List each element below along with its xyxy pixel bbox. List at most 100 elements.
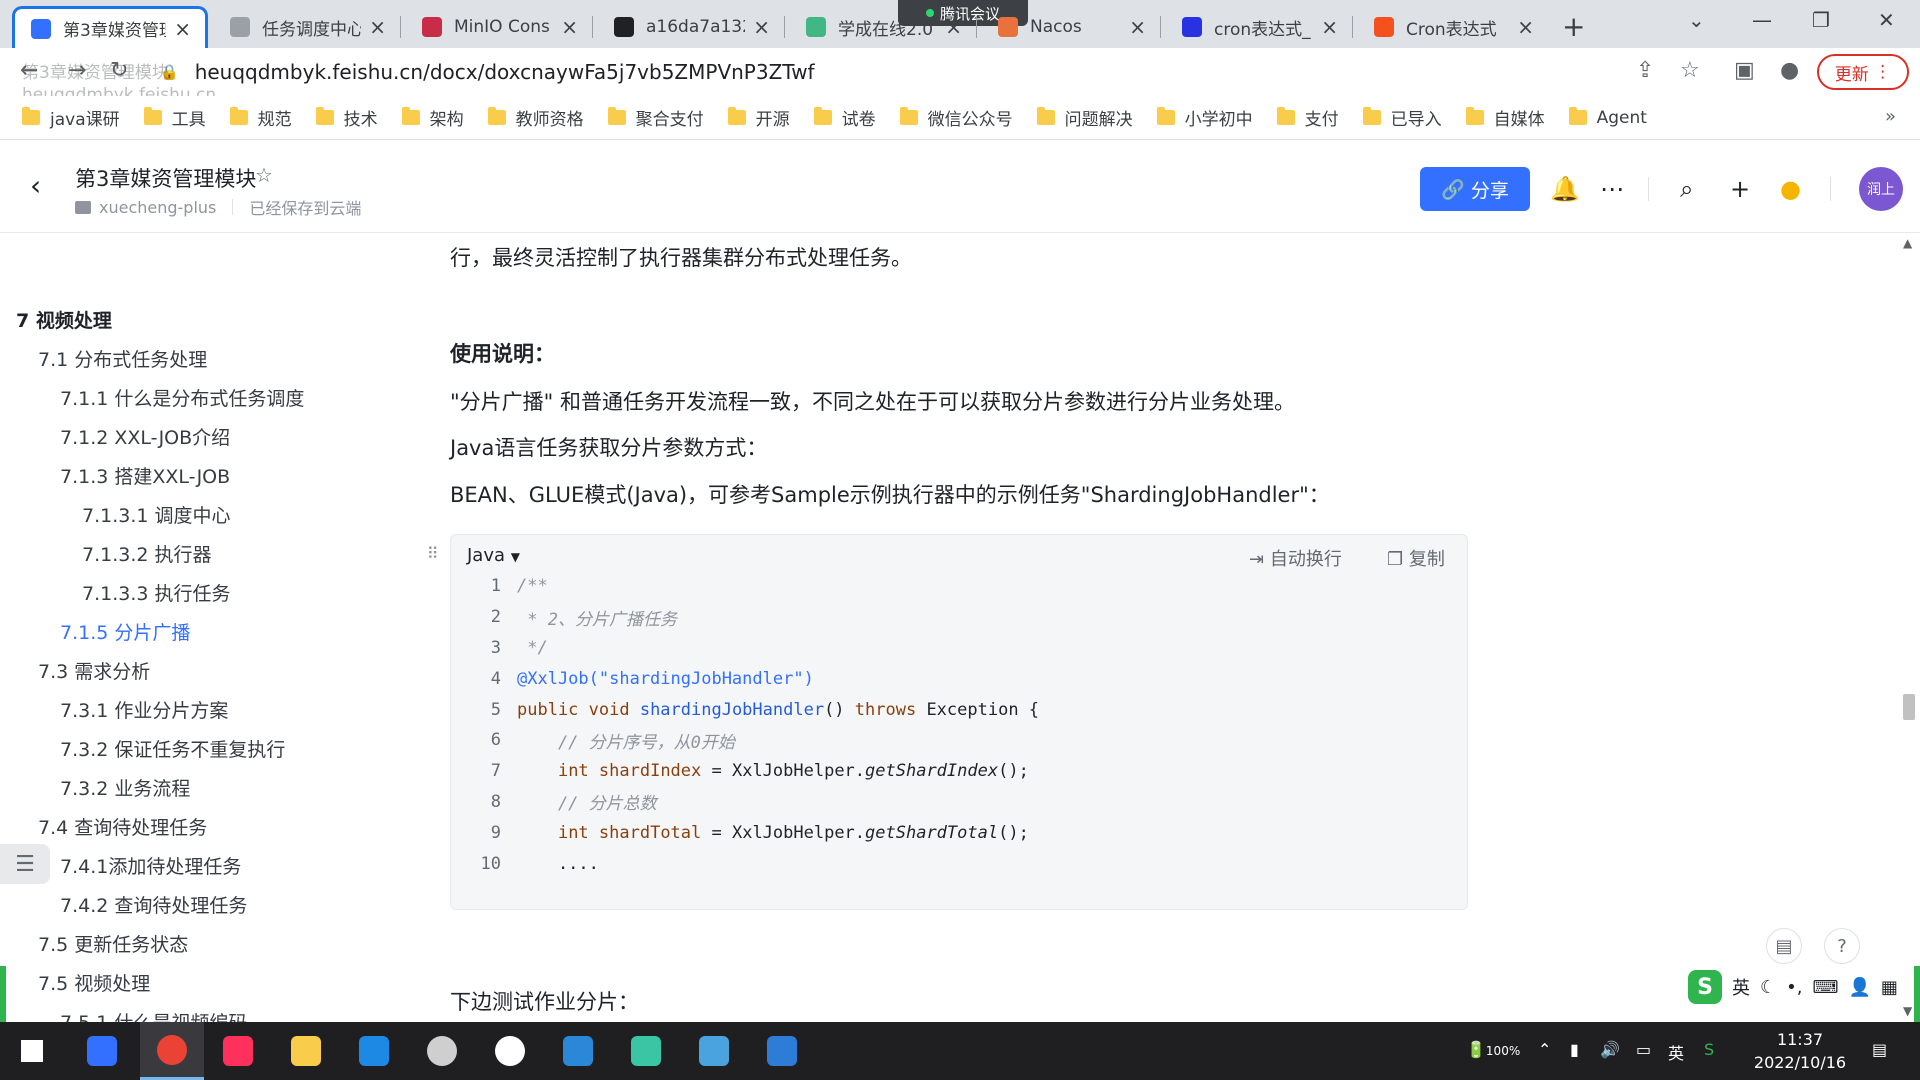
- update-button[interactable]: 更新 ⋮: [1817, 54, 1909, 90]
- outline-item[interactable]: 7.3.2 业务流程: [60, 774, 190, 801]
- bookmark-folder[interactable]: 试卷: [813, 105, 876, 130]
- code-line[interactable]: 4 @XxlJob("shardingJobHandler"): [451, 663, 1467, 694]
- browser-tab[interactable]: 学成在线2.0 ×: [790, 6, 976, 48]
- new-tab-button[interactable]: +: [1562, 10, 1585, 43]
- outline-item[interactable]: 7.5 视频处理: [38, 969, 150, 996]
- outline-item[interactable]: 7.4.2 查询待处理任务: [60, 891, 247, 918]
- avatar[interactable]: 润上: [1859, 167, 1903, 211]
- bookmark-folder[interactable]: 技术: [315, 105, 378, 130]
- bookmark-folder[interactable]: 聚合支付: [607, 105, 704, 130]
- outline-toggle-icon[interactable]: ☰: [0, 844, 50, 884]
- close-tab-icon[interactable]: ×: [174, 17, 191, 41]
- bookmark-folder[interactable]: 小学初中: [1156, 105, 1253, 130]
- bell-icon[interactable]: 🔔: [1550, 175, 1580, 203]
- back-chevron-icon[interactable]: ‹: [30, 169, 41, 202]
- outline-item[interactable]: 7.3.1 作业分片方案: [60, 696, 228, 723]
- virtualbox-app[interactable]: [342, 1022, 406, 1080]
- browser-app[interactable]: [682, 1022, 746, 1080]
- code-line[interactable]: 8 // 分片总数: [451, 787, 1467, 818]
- battery-icon[interactable]: 🔋100%: [1466, 1040, 1520, 1059]
- lightbulb-icon[interactable]: ●: [1780, 175, 1801, 203]
- code-line[interactable]: 5 public void shardingJobHandler() throws…: [451, 694, 1467, 725]
- chrome-app[interactable]: [140, 1022, 204, 1080]
- sogou-tray-icon[interactable]: S: [1704, 1040, 1714, 1059]
- volume-icon[interactable]: 🔊: [1600, 1040, 1620, 1059]
- bookmark-folder[interactable]: 架构: [401, 105, 464, 130]
- help-icon[interactable]: ?: [1824, 928, 1860, 964]
- network-icon[interactable]: ▭: [1636, 1040, 1651, 1059]
- notification-icon[interactable]: ▤: [1872, 1040, 1887, 1059]
- outline-item[interactable]: 7.1.3.2 执行器: [82, 540, 212, 567]
- browser-tab[interactable]: Cron表达式 ×: [1358, 6, 1548, 48]
- browser-tab[interactable]: 任务调度中心 ×: [214, 6, 400, 48]
- close-tab-icon[interactable]: ×: [1129, 15, 1146, 39]
- scroll-thumb[interactable]: [1903, 694, 1915, 720]
- outline-item[interactable]: 7.3.2 保证任务不重复执行: [60, 735, 285, 762]
- photos-app[interactable]: [546, 1022, 610, 1080]
- outline-item[interactable]: 7.3 需求分析: [38, 657, 150, 684]
- search-icon[interactable]: ⌕: [1680, 175, 1693, 203]
- folder-name[interactable]: xuecheng-plus: [99, 198, 216, 217]
- auto-wrap-button[interactable]: ⇥ 自动换行: [1249, 545, 1342, 571]
- outline-item[interactable]: 7.1.3.1 调度中心: [82, 501, 231, 528]
- more-bookmarks-icon[interactable]: »: [1885, 106, 1896, 127]
- bookmark-star-icon[interactable]: ☆: [1680, 58, 1700, 83]
- bookmark-folder[interactable]: 微信公众号: [899, 105, 1013, 130]
- outline-item[interactable]: 7.5 更新任务状态: [38, 930, 188, 957]
- copy-button[interactable]: ❐ 复制: [1387, 545, 1445, 571]
- bookmark-folder[interactable]: java课研: [22, 105, 120, 130]
- favorite-star-icon[interactable]: ☆: [255, 163, 273, 187]
- bookmark-folder[interactable]: 自媒体: [1465, 105, 1545, 130]
- close-tab-icon[interactable]: ×: [945, 15, 962, 39]
- file-explorer-app[interactable]: [274, 1022, 338, 1080]
- browser-tab[interactable]: Nacos ×: [982, 6, 1160, 48]
- start-button[interactable]: [0, 1022, 64, 1080]
- browser-tab[interactable]: MinIO Cons ×: [406, 6, 592, 48]
- outline-item[interactable]: 7.1 分布式任务处理: [38, 345, 207, 372]
- browser-tab[interactable]: a16da7a132 ×: [598, 6, 784, 48]
- outline-item[interactable]: 7.1.3.3 执行任务: [82, 579, 231, 606]
- browser-tab[interactable]: 第3章媒资管理 ×: [12, 6, 208, 48]
- scroll-up-icon[interactable]: ▲: [1903, 236, 1912, 250]
- close-tab-icon[interactable]: ×: [561, 15, 578, 39]
- outline-item[interactable]: 7.4.1添加待处理任务: [60, 852, 241, 879]
- bookmark-folder[interactable]: 问题解决: [1036, 105, 1133, 130]
- code-line[interactable]: 1 /**: [451, 571, 1467, 602]
- outline-item[interactable]: 7.5.1 什么是视频编码: [60, 1008, 247, 1022]
- outline-item[interactable]: 7.4 查询待处理任务: [38, 813, 207, 840]
- browser-tab[interactable]: cron表达式_ ×: [1166, 6, 1352, 48]
- clock-app[interactable]: [478, 1022, 542, 1080]
- ime-tray[interactable]: 英: [1668, 1040, 1684, 1064]
- share-page-icon[interactable]: ⇪: [1636, 58, 1654, 83]
- add-icon[interactable]: +: [1730, 175, 1750, 203]
- drag-handle-icon[interactable]: ⠿: [427, 544, 439, 563]
- code-lines[interactable]: 1/** 2 * 2、分片广播任务 3 */4 @XxlJob("shardingJo…: [451, 571, 1467, 879]
- bookmark-folder[interactable]: 开源: [727, 105, 790, 130]
- outline-item[interactable]: 7.1.1 什么是分布式任务调度: [60, 384, 304, 411]
- code-line[interactable]: 10 ....: [451, 848, 1467, 879]
- search-app[interactable]: [614, 1022, 678, 1080]
- window-app[interactable]: [750, 1022, 814, 1080]
- close-tab-icon[interactable]: ×: [1321, 15, 1338, 39]
- tab-search-chevron-icon[interactable]: ⌄: [1688, 8, 1705, 32]
- chevron-up-icon[interactable]: ⌃: [1538, 1040, 1551, 1059]
- address-bar[interactable]: 🔒 heuqqdmbyk.feishu.cn/docx/doxcnaywFa5j…: [160, 54, 1460, 90]
- bookmark-folder[interactable]: 已导入: [1362, 105, 1442, 130]
- bookmark-folder[interactable]: 支付: [1276, 105, 1339, 130]
- code-block[interactable]: {}⠿ Java ▼ ⇥ 自动换行 ❐ 复制 1/**2 * 2、分片广播任务3…: [427, 534, 1468, 910]
- code-line[interactable]: 9 int shardTotal = XxlJobHelper. getShard…: [451, 817, 1467, 848]
- restore-button[interactable]: ❐: [1812, 8, 1830, 32]
- obs-app[interactable]: [410, 1022, 474, 1080]
- intellij-app[interactable]: [206, 1022, 270, 1080]
- block-handle[interactable]: {}⠿: [420, 539, 443, 567]
- outline-item[interactable]: 7.1.3 搭建XXL-JOB: [60, 462, 230, 489]
- outline-item[interactable]: 7 视频处理: [16, 306, 112, 333]
- feishu-app[interactable]: [70, 1022, 134, 1080]
- clock[interactable]: 11:37 2022/10/16: [1740, 1028, 1860, 1074]
- close-tab-icon[interactable]: ×: [1517, 15, 1534, 39]
- code-line[interactable]: 6 // 分片序号，从0开始: [451, 725, 1467, 756]
- outline-item[interactable]: 7.1.5 分片广播: [60, 618, 190, 645]
- close-tab-icon[interactable]: ×: [369, 15, 386, 39]
- code-line[interactable]: 7 int shardIndex = XxlJobHelper. getShard…: [451, 756, 1467, 787]
- close-window-button[interactable]: ✕: [1878, 8, 1895, 32]
